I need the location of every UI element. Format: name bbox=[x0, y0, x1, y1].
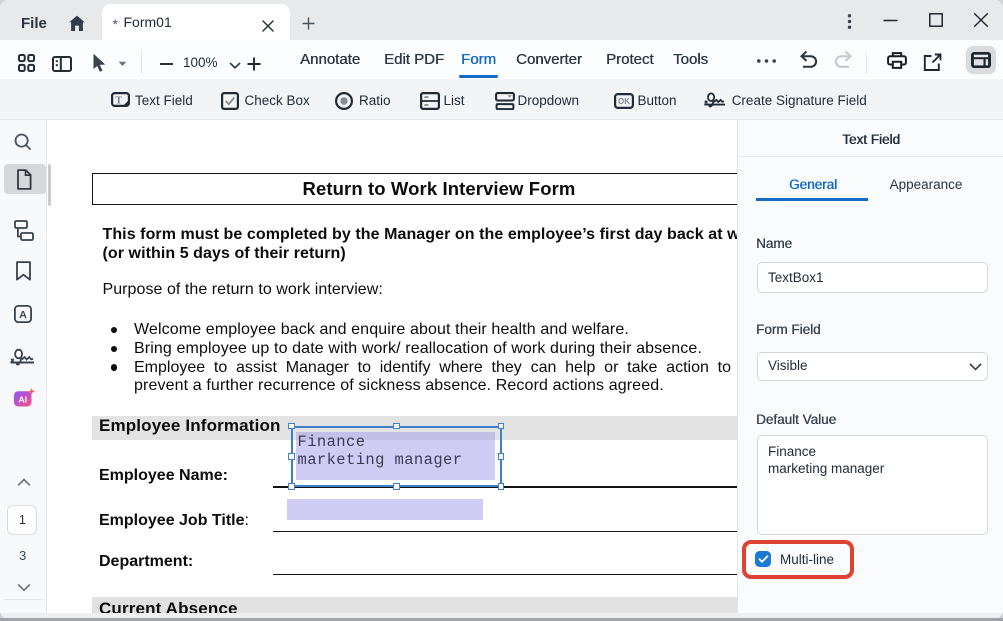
svg-text:OK: OK bbox=[618, 97, 630, 106]
svg-text:AI: AI bbox=[18, 395, 27, 405]
svg-text:T: T bbox=[115, 96, 122, 107]
svg-text:A: A bbox=[19, 309, 27, 321]
